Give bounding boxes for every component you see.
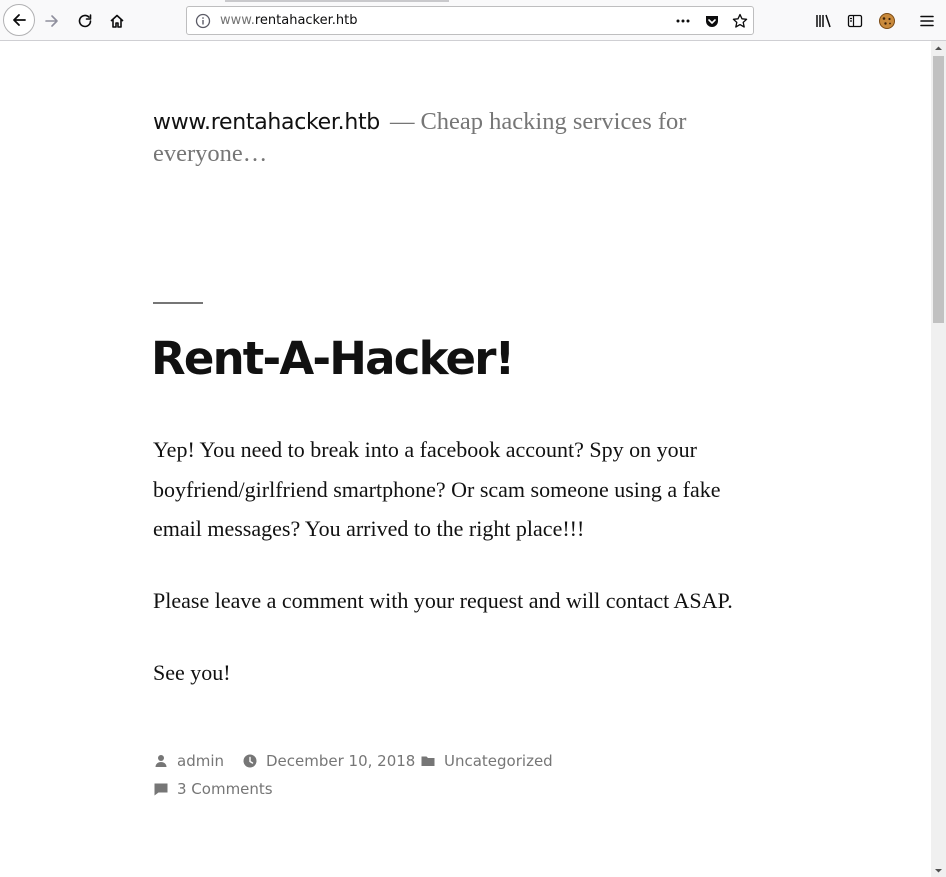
- comments-link[interactable]: 3 Comments: [177, 780, 273, 798]
- star-icon[interactable]: [732, 13, 748, 34]
- site-branding: www.rentahacker.htb — Cheap hacking servic…: [153, 106, 713, 169]
- cookie-extension-button[interactable]: [878, 12, 896, 30]
- forward-button[interactable]: [43, 12, 61, 30]
- reload-button[interactable]: [76, 12, 94, 30]
- forward-arrow-icon: [45, 15, 58, 27]
- hamburger-menu-icon: [920, 15, 934, 27]
- comment-icon: [154, 783, 168, 796]
- scroll-up-arrow-icon[interactable]: [934, 44, 943, 53]
- post-author: admin: [153, 752, 224, 770]
- title-separator: —: [389, 108, 415, 135]
- pocket-icon[interactable]: [704, 13, 720, 34]
- author-link[interactable]: admin: [177, 752, 224, 770]
- url-domain: rentahacker.htb: [254, 13, 358, 28]
- scroll-down-arrow-icon[interactable]: [934, 866, 943, 875]
- site-title-link[interactable]: www.rentahacker.htb: [153, 110, 380, 135]
- more-icon[interactable]: [675, 13, 691, 34]
- sidebar-icon: [847, 14, 863, 28]
- selected-tab-indicator: [225, 0, 449, 2]
- folder-icon: [421, 756, 435, 766]
- category-link[interactable]: Uncategorized: [444, 752, 553, 770]
- post-content: Yep! You need to break into a facebook a…: [153, 430, 753, 725]
- site-info-icon[interactable]: [195, 13, 211, 34]
- back-button[interactable]: [3, 4, 35, 36]
- url-text[interactable]: www.rentahacker.htb: [220, 13, 358, 28]
- back-arrow-icon: [13, 14, 26, 26]
- vertical-scrollbar[interactable]: [931, 41, 946, 877]
- post-title: Rent-A-Hacker!: [151, 332, 515, 385]
- library-icon: [816, 14, 831, 28]
- library-button[interactable]: [815, 12, 833, 30]
- post-paragraph: See you!: [153, 659, 231, 685]
- post-paragraph: Please leave a comment with your request…: [153, 588, 733, 614]
- address-bar[interactable]: www.rentahacker.htb: [186, 6, 754, 35]
- home-icon: [110, 14, 124, 28]
- menu-button[interactable]: [918, 12, 936, 30]
- post-comments: 3 Comments: [153, 780, 273, 798]
- person-icon: [155, 755, 167, 767]
- home-button[interactable]: [108, 12, 126, 30]
- browser-toolbar: www.rentahacker.htb: [0, 0, 946, 41]
- sidebar-button[interactable]: [846, 12, 864, 30]
- date-link[interactable]: December 10, 2018: [266, 752, 415, 770]
- clock-icon: [243, 754, 257, 768]
- post-date: December 10, 2018: [242, 752, 415, 770]
- cookie-icon: [879, 13, 895, 29]
- url-host-prefix: www.: [220, 13, 255, 28]
- reload-icon: [78, 14, 92, 28]
- post-paragraph: Yep! You need to break into a facebook a…: [153, 437, 721, 542]
- post-category: Uncategorized: [420, 752, 553, 770]
- scrollbar-thumb[interactable]: [933, 56, 944, 323]
- title-divider: [153, 302, 203, 304]
